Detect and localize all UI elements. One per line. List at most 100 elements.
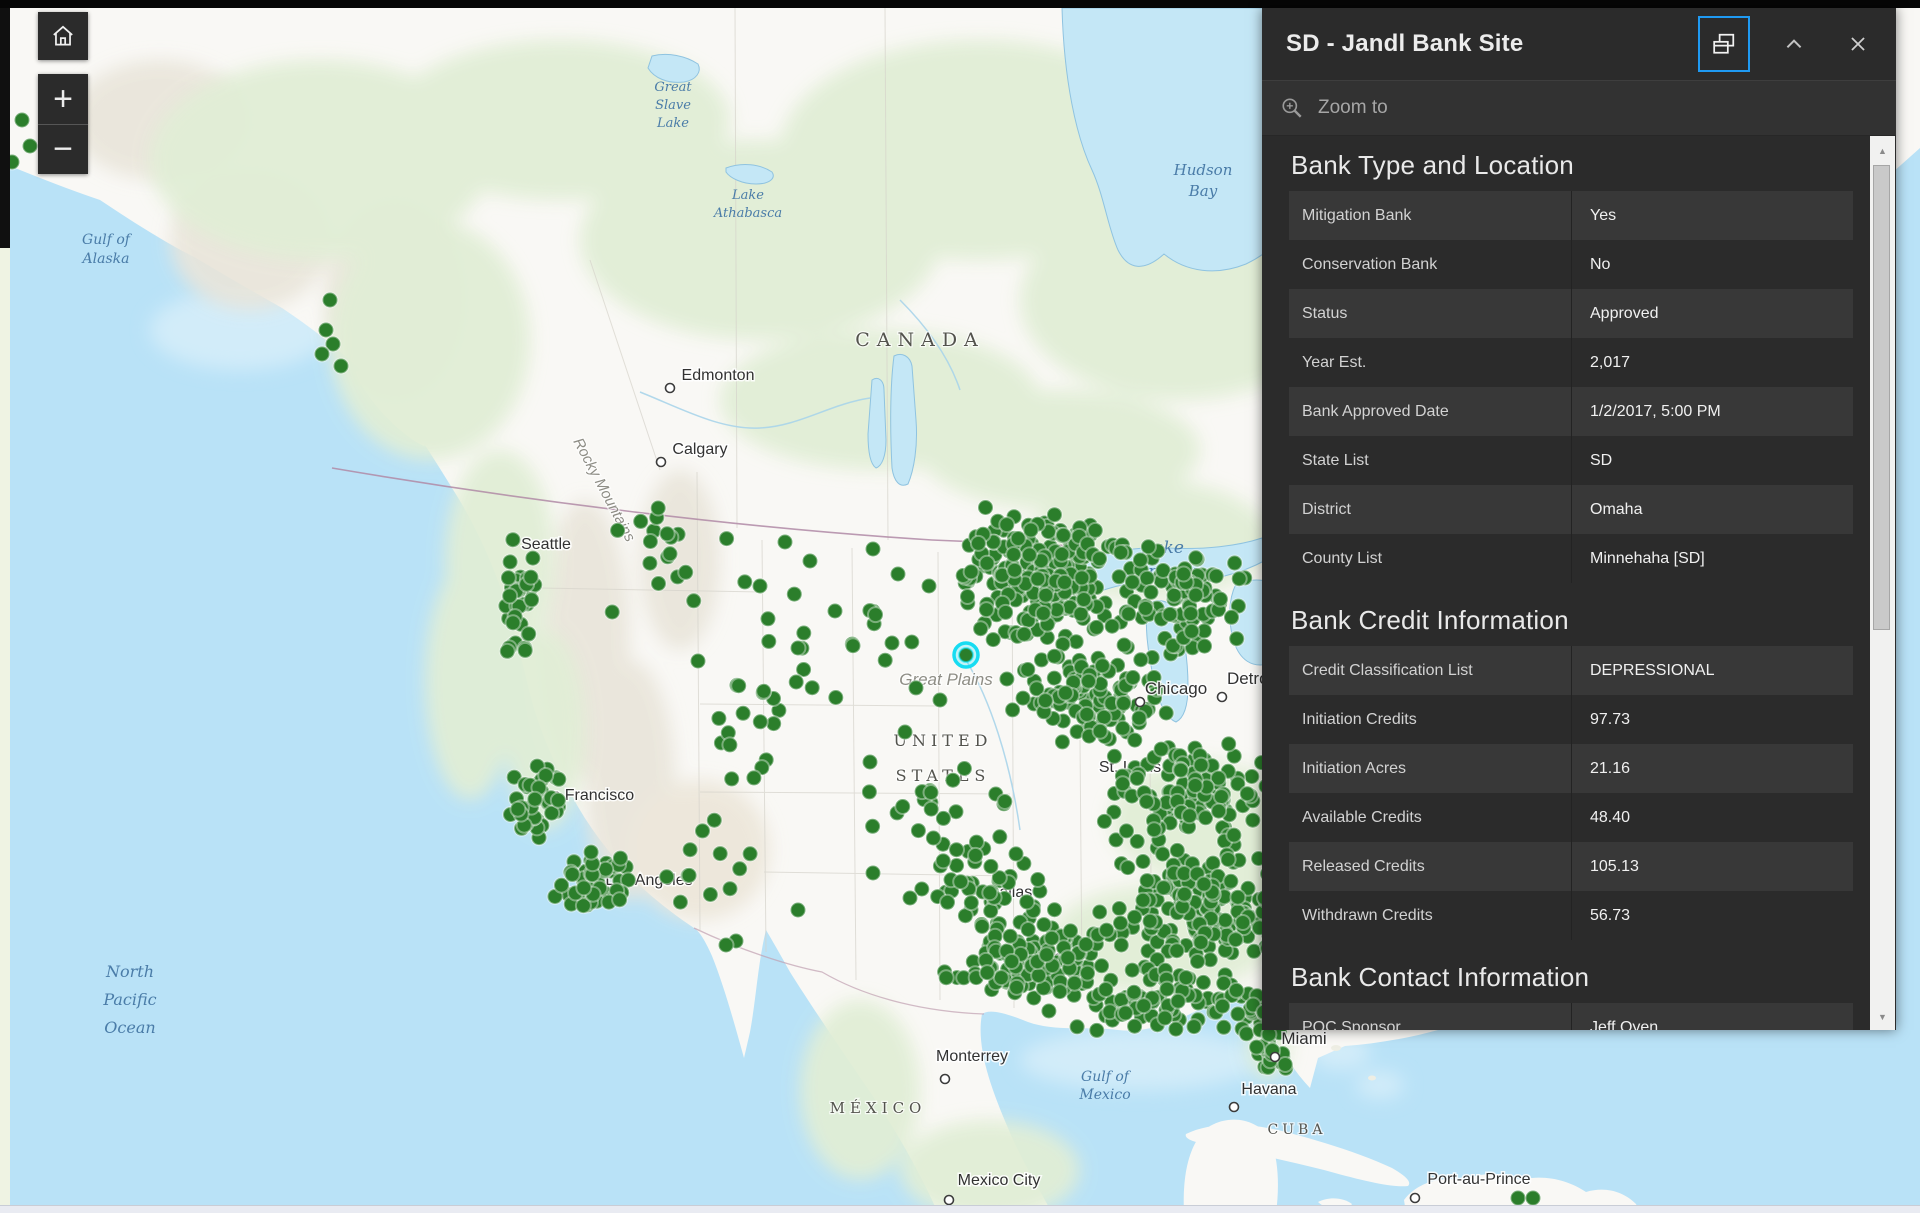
bank-site-dot[interactable] [960, 589, 975, 604]
bank-site-dot[interactable] [551, 793, 566, 808]
bank-site-dot[interactable] [1184, 624, 1199, 639]
bank-site-dot[interactable] [1016, 691, 1031, 706]
bank-site-dot[interactable] [1036, 917, 1051, 932]
bank-site-dot[interactable] [1036, 606, 1051, 621]
bank-site-dot[interactable] [968, 848, 983, 863]
bank-site-dot[interactable] [980, 965, 995, 980]
bank-site-dot[interactable] [1127, 910, 1142, 925]
bank-site-dot[interactable] [683, 842, 698, 857]
bank-site-dot[interactable] [936, 853, 951, 868]
bank-site-dot[interactable] [613, 851, 628, 866]
bank-site-dot[interactable] [673, 895, 688, 910]
bank-site-dot[interactable] [911, 823, 926, 838]
bank-site-dot[interactable] [1213, 592, 1228, 607]
bank-site-dot[interactable] [1088, 523, 1103, 538]
bank-site-dot[interactable] [1232, 571, 1247, 586]
bank-site-dot[interactable] [612, 892, 627, 907]
bank-site-dot[interactable] [633, 514, 648, 529]
bank-site-dot[interactable] [737, 574, 752, 589]
bank-site-dot[interactable] [999, 672, 1014, 687]
bank-site-dot[interactable] [1223, 874, 1238, 889]
bank-site-dot[interactable] [979, 602, 994, 617]
bank-site-dot[interactable] [500, 644, 515, 659]
bank-site-dot[interactable] [743, 846, 758, 861]
bank-site-dot[interactable] [1224, 610, 1239, 625]
scrollbar-up-arrow[interactable]: ▲ [1870, 138, 1895, 164]
bank-site-dot[interactable] [805, 680, 820, 695]
bank-site-dot[interactable] [1079, 707, 1094, 722]
bank-site-dot[interactable] [1030, 571, 1045, 586]
bank-site-dot[interactable] [642, 556, 657, 571]
bank-site-dot[interactable] [1130, 771, 1145, 786]
bank-site-dot[interactable] [1117, 638, 1132, 653]
bank-site-dot[interactable] [1017, 627, 1032, 642]
bank-site-dot[interactable] [926, 831, 941, 846]
bank-site-dot[interactable] [803, 554, 818, 569]
bank-site-dot[interactable] [949, 842, 964, 857]
bank-site-dot[interactable] [1070, 1019, 1085, 1034]
bank-site-dot[interactable] [1132, 711, 1147, 726]
bank-site-dot[interactable] [891, 567, 906, 582]
bank-site-dot[interactable] [1097, 710, 1112, 725]
bank-site-dot[interactable] [789, 675, 804, 690]
bank-site-dot[interactable] [997, 794, 1012, 809]
bank-site-dot[interactable] [695, 823, 710, 838]
bank-site-dot[interactable] [1136, 854, 1151, 869]
bank-site-dot[interactable] [605, 605, 620, 620]
bank-site-dot[interactable] [982, 885, 997, 900]
bank-site-dot[interactable] [862, 784, 877, 799]
bank-site-dot[interactable] [1023, 523, 1038, 538]
bank-site-dot[interactable] [1127, 733, 1142, 748]
bank-site-dot[interactable] [1244, 769, 1259, 784]
bank-site-dot[interactable] [506, 615, 521, 630]
bank-site-dot[interactable] [1133, 652, 1148, 667]
bank-site-dot[interactable] [1098, 982, 1113, 997]
bank-site-dot[interactable] [1009, 980, 1024, 995]
bank-site-dot[interactable] [1147, 822, 1162, 837]
bank-site-dot[interactable] [723, 881, 738, 896]
bank-site-dot[interactable] [1188, 588, 1203, 603]
bank-site-dot[interactable] [903, 891, 918, 906]
bank-site-dot[interactable] [23, 139, 38, 154]
bank-site-dot[interactable] [521, 626, 536, 641]
bank-site-dot[interactable] [584, 845, 599, 860]
bank-site-dot[interactable] [503, 554, 518, 569]
bank-site-dot[interactable] [846, 638, 861, 653]
bank-site-dot[interactable] [895, 799, 910, 814]
bank-site-dot[interactable] [1197, 639, 1212, 654]
bank-site-dot[interactable] [1069, 634, 1084, 649]
bank-site-dot[interactable] [1003, 929, 1018, 944]
bank-site-dot[interactable] [1214, 789, 1229, 804]
bank-site-dot[interactable] [1211, 804, 1226, 819]
bank-site-dot[interactable] [1044, 931, 1059, 946]
bank-site-dot[interactable] [1139, 794, 1154, 809]
bank-site-dot[interactable] [1246, 944, 1261, 959]
bank-site-dot[interactable] [1041, 1004, 1056, 1019]
bank-site-dot[interactable] [1120, 860, 1135, 875]
zoom-in-button[interactable]: + [38, 74, 88, 125]
bank-site-dot[interactable] [1228, 932, 1243, 947]
bank-site-dot[interactable] [1229, 631, 1244, 646]
bank-site-dot[interactable] [1119, 823, 1134, 838]
bank-site-dot[interactable] [736, 706, 751, 721]
bank-site-dot[interactable] [1125, 963, 1140, 978]
bank-site-dot[interactable] [1159, 706, 1174, 721]
bank-site-dot[interactable] [1094, 958, 1109, 973]
bank-site-dot[interactable] [1187, 1019, 1202, 1034]
bank-site-dot[interactable] [1030, 872, 1045, 887]
bank-site-dot[interactable] [791, 903, 806, 918]
bank-site-dot[interactable] [1047, 902, 1062, 917]
bank-site-dot[interactable] [651, 501, 666, 516]
bank-site-dot[interactable] [731, 678, 746, 693]
bank-site-dot[interactable] [1140, 873, 1155, 888]
bank-site-dot[interactable] [1007, 563, 1022, 578]
bank-site-dot[interactable] [319, 323, 334, 338]
bank-site-dot[interactable] [1136, 998, 1151, 1013]
bank-site-dot[interactable] [868, 607, 883, 622]
bank-site-dot[interactable] [711, 711, 726, 726]
bank-site-dot[interactable] [732, 861, 747, 876]
bank-site-dot[interactable] [502, 588, 517, 603]
bank-site-dot[interactable] [1179, 970, 1194, 985]
bank-site-dot[interactable] [1031, 968, 1046, 983]
bank-site-dot[interactable] [1118, 1006, 1133, 1021]
